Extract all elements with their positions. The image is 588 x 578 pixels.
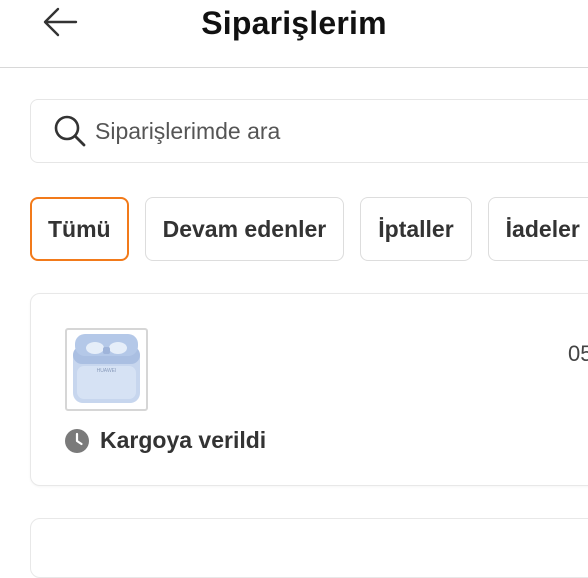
filter-chip-cancellations[interactable]: İptaller — [360, 197, 472, 261]
search-icon — [53, 114, 87, 148]
status-text: Kargoya verildi — [100, 427, 267, 453]
svg-text:HUAWEI: HUAWEI — [97, 368, 117, 374]
filter-chip-ongoing[interactable]: Devam edenler — [144, 197, 345, 261]
filter-chip-label: Tümü — [48, 215, 111, 242]
product-thumbnail[interactable]: HUAWEI — [65, 328, 148, 411]
order-card[interactable] — [30, 518, 588, 578]
order-status: Kargoya verildi — [64, 427, 266, 454]
search-bar[interactable] — [30, 99, 588, 163]
clock-icon — [64, 428, 90, 454]
filter-chip-label: İptaller — [378, 215, 454, 242]
order-card[interactable]: HUAWEI 05 Kargoya verildi — [30, 293, 588, 486]
filter-chip-label: Devam edenler — [162, 215, 327, 242]
top-bar: Siparişlerim — [0, 0, 588, 68]
order-date: 05 — [568, 341, 588, 366]
page-title: Siparişlerim — [201, 5, 387, 41]
filter-chip-all[interactable]: Tümü — [30, 197, 129, 261]
filter-chip-label: İadeler — [505, 215, 580, 242]
filter-tabs: Tümü Devam edenler İptaller İadeler — [30, 197, 588, 261]
search-input[interactable] — [95, 117, 555, 145]
filter-chip-returns[interactable]: İadeler — [487, 197, 588, 261]
